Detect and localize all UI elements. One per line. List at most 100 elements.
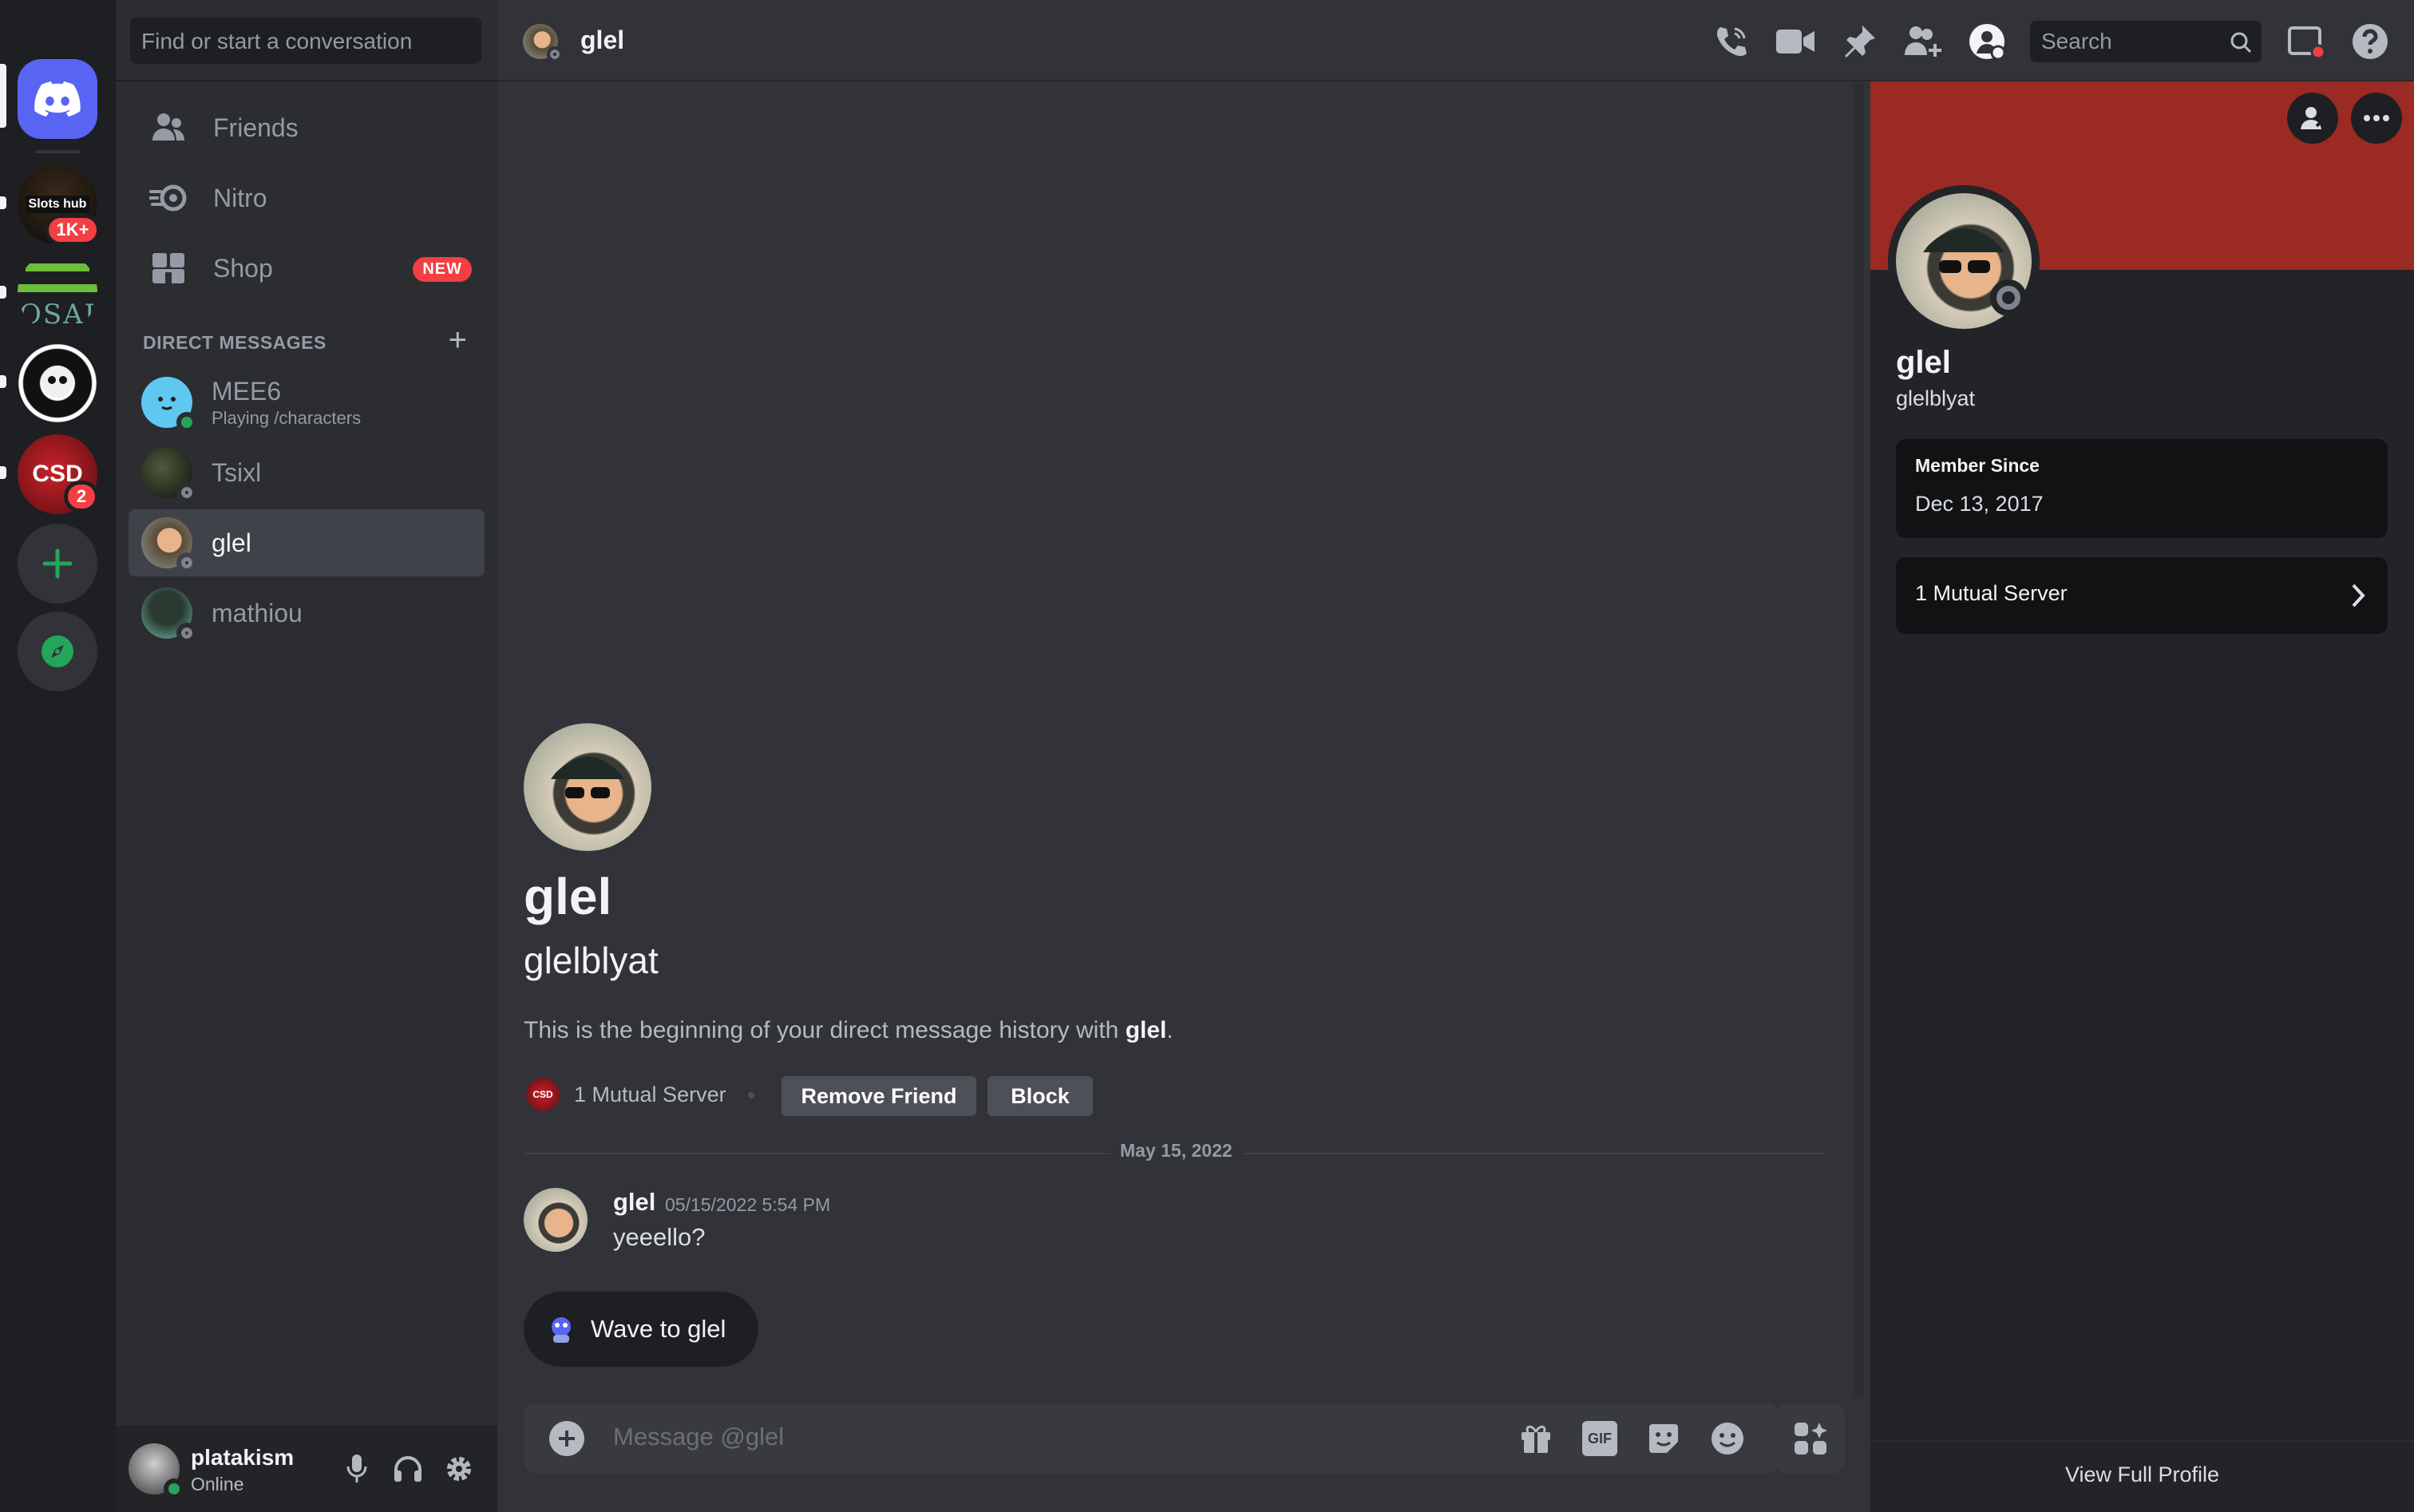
compass-icon bbox=[42, 635, 73, 667]
user-profile-icon bbox=[1969, 24, 2005, 60]
offline-status-dot bbox=[176, 482, 197, 503]
server-rail: Slots hub 1K+ OSAU CSD 2 bbox=[0, 0, 116, 1512]
avatar[interactable] bbox=[129, 1443, 184, 1499]
server-mention-badge: 1K+ bbox=[45, 214, 101, 246]
large-avatar bbox=[524, 723, 651, 851]
server-osau[interactable]: OSAU bbox=[18, 252, 97, 332]
dm-item-glel[interactable]: glel bbox=[129, 509, 485, 576]
dm-name: glel bbox=[212, 528, 251, 557]
help-button[interactable] bbox=[2349, 21, 2391, 62]
offline-status-dot bbox=[1990, 279, 2027, 316]
discord-logo-icon bbox=[34, 81, 81, 117]
deafen-button[interactable] bbox=[390, 1451, 425, 1486]
sidebar-item-label: Shop bbox=[213, 253, 273, 283]
online-status-dot bbox=[164, 1478, 184, 1499]
search-icon bbox=[2230, 32, 2252, 53]
date-divider: May 15, 2022 bbox=[1110, 1140, 1242, 1162]
server-mention-badge: 2 bbox=[64, 481, 99, 513]
more-options-button[interactable] bbox=[2351, 93, 2402, 144]
view-full-profile-link[interactable]: View Full Profile bbox=[1870, 1463, 2414, 1487]
dm-item-mathiou[interactable]: mathiou bbox=[129, 580, 485, 647]
emoji-picker-button[interactable] bbox=[1710, 1421, 1745, 1456]
current-username[interactable]: platakism bbox=[191, 1445, 294, 1470]
wave-button[interactable]: Wave to glel bbox=[524, 1292, 758, 1367]
server-skull[interactable] bbox=[18, 343, 97, 423]
explore-servers-button[interactable] bbox=[18, 612, 97, 691]
intro-username: glelblyat bbox=[524, 940, 659, 981]
nitro-icon bbox=[148, 177, 189, 219]
search-placeholder: Search bbox=[2041, 29, 2112, 53]
dm-item-tsixl[interactable]: Tsixl bbox=[129, 439, 485, 506]
direct-messages-home-button[interactable] bbox=[18, 59, 97, 139]
find-conversation-button[interactable]: Find or start a conversation bbox=[130, 18, 481, 64]
headphones-icon bbox=[394, 1456, 421, 1482]
server-slots-hub-label: Slots hub bbox=[25, 196, 90, 213]
sidebar-item-shop[interactable]: Shop NEW bbox=[129, 236, 485, 300]
mute-microphone-button[interactable] bbox=[339, 1451, 374, 1486]
avatar bbox=[141, 517, 197, 573]
search-input[interactable]: Search bbox=[2030, 21, 2262, 62]
gif-picker-button[interactable]: GIF bbox=[1582, 1421, 1617, 1456]
sidebar-item-nitro[interactable]: Nitro bbox=[129, 166, 485, 230]
microphone-icon bbox=[346, 1455, 367, 1482]
dm-name: MEE6 bbox=[212, 376, 282, 406]
wave-button-label: Wave to glel bbox=[591, 1315, 726, 1343]
add-friend-note-button[interactable] bbox=[2287, 93, 2338, 144]
mutual-servers-label: 1 Mutual Server bbox=[1915, 581, 2068, 605]
message-input[interactable]: Message @glel bbox=[613, 1423, 1531, 1451]
send-gift-button[interactable] bbox=[1518, 1421, 1553, 1456]
offline-status-dot bbox=[176, 623, 197, 643]
server-osau-label: OSAU bbox=[19, 299, 97, 331]
member-since-card: Member Since Dec 13, 2017 bbox=[1896, 439, 2388, 538]
scrollbar-track[interactable] bbox=[1854, 81, 1864, 1399]
channel-title[interactable]: glel bbox=[580, 26, 624, 55]
phone-call-icon bbox=[1717, 27, 1747, 57]
dm-name: mathiou bbox=[212, 598, 303, 627]
gift-icon bbox=[1522, 1425, 1550, 1453]
mutual-server-link[interactable]: 1 Mutual Server bbox=[574, 1083, 726, 1107]
inbox-button[interactable] bbox=[2285, 21, 2327, 62]
dm-sidebar: Find or start a conversation Friends Nit… bbox=[116, 0, 497, 1512]
sidebar-item-label: Friends bbox=[213, 113, 299, 142]
profile-username: glelblyat bbox=[1896, 386, 1976, 410]
voice-call-button[interactable] bbox=[1711, 21, 1752, 62]
add-server-button[interactable] bbox=[18, 524, 97, 604]
message-composer: Message @glel GIF bbox=[524, 1403, 1780, 1474]
user-settings-button[interactable] bbox=[441, 1451, 477, 1486]
video-camera-icon bbox=[1776, 30, 1814, 53]
avatar bbox=[141, 588, 197, 643]
hide-user-profile-button[interactable] bbox=[1966, 21, 2008, 62]
video-call-button[interactable] bbox=[1775, 21, 1816, 62]
selected-indicator bbox=[0, 64, 6, 128]
sticker-picker-button[interactable] bbox=[1646, 1421, 1681, 1456]
offline-status-dot bbox=[547, 46, 563, 62]
apps-button[interactable] bbox=[1776, 1403, 1845, 1474]
add-user-icon bbox=[1905, 26, 1941, 57]
pin-icon bbox=[1845, 26, 1875, 57]
shop-icon bbox=[148, 247, 189, 289]
user-edit-icon bbox=[2301, 107, 2325, 129]
separator-dot bbox=[748, 1092, 754, 1098]
intro-text-name: glel bbox=[1125, 1017, 1167, 1043]
remove-friend-button[interactable]: Remove Friend bbox=[782, 1076, 976, 1116]
mutual-servers-card[interactable]: 1 Mutual Server bbox=[1896, 557, 2388, 634]
block-button[interactable]: Block bbox=[987, 1076, 1093, 1116]
add-friends-to-dm-button[interactable] bbox=[1902, 21, 1944, 62]
message-avatar[interactable] bbox=[524, 1188, 588, 1252]
offline-status-dot bbox=[176, 552, 197, 573]
online-status-dot bbox=[176, 412, 197, 433]
upload-attachment-button[interactable] bbox=[549, 1421, 584, 1456]
dm-item-mee6[interactable]: MEE6 Playing /characters bbox=[129, 369, 485, 436]
emoji-icon bbox=[1712, 1423, 1743, 1455]
gear-icon bbox=[447, 1457, 471, 1481]
avatar bbox=[141, 377, 197, 433]
intro-text: This is the beginning of your direct mes… bbox=[524, 1017, 1173, 1044]
unread-indicator bbox=[0, 196, 6, 209]
create-dm-button[interactable]: + bbox=[449, 324, 467, 356]
sidebar-item-friends[interactable]: Friends bbox=[129, 96, 485, 160]
channel-header: glel Search bbox=[497, 0, 2414, 81]
intro-display-name: glel bbox=[524, 868, 612, 925]
pinned-messages-button[interactable] bbox=[1838, 21, 1880, 62]
message-author[interactable]: glel bbox=[613, 1188, 655, 1217]
message-content: yeeello? bbox=[613, 1223, 706, 1251]
